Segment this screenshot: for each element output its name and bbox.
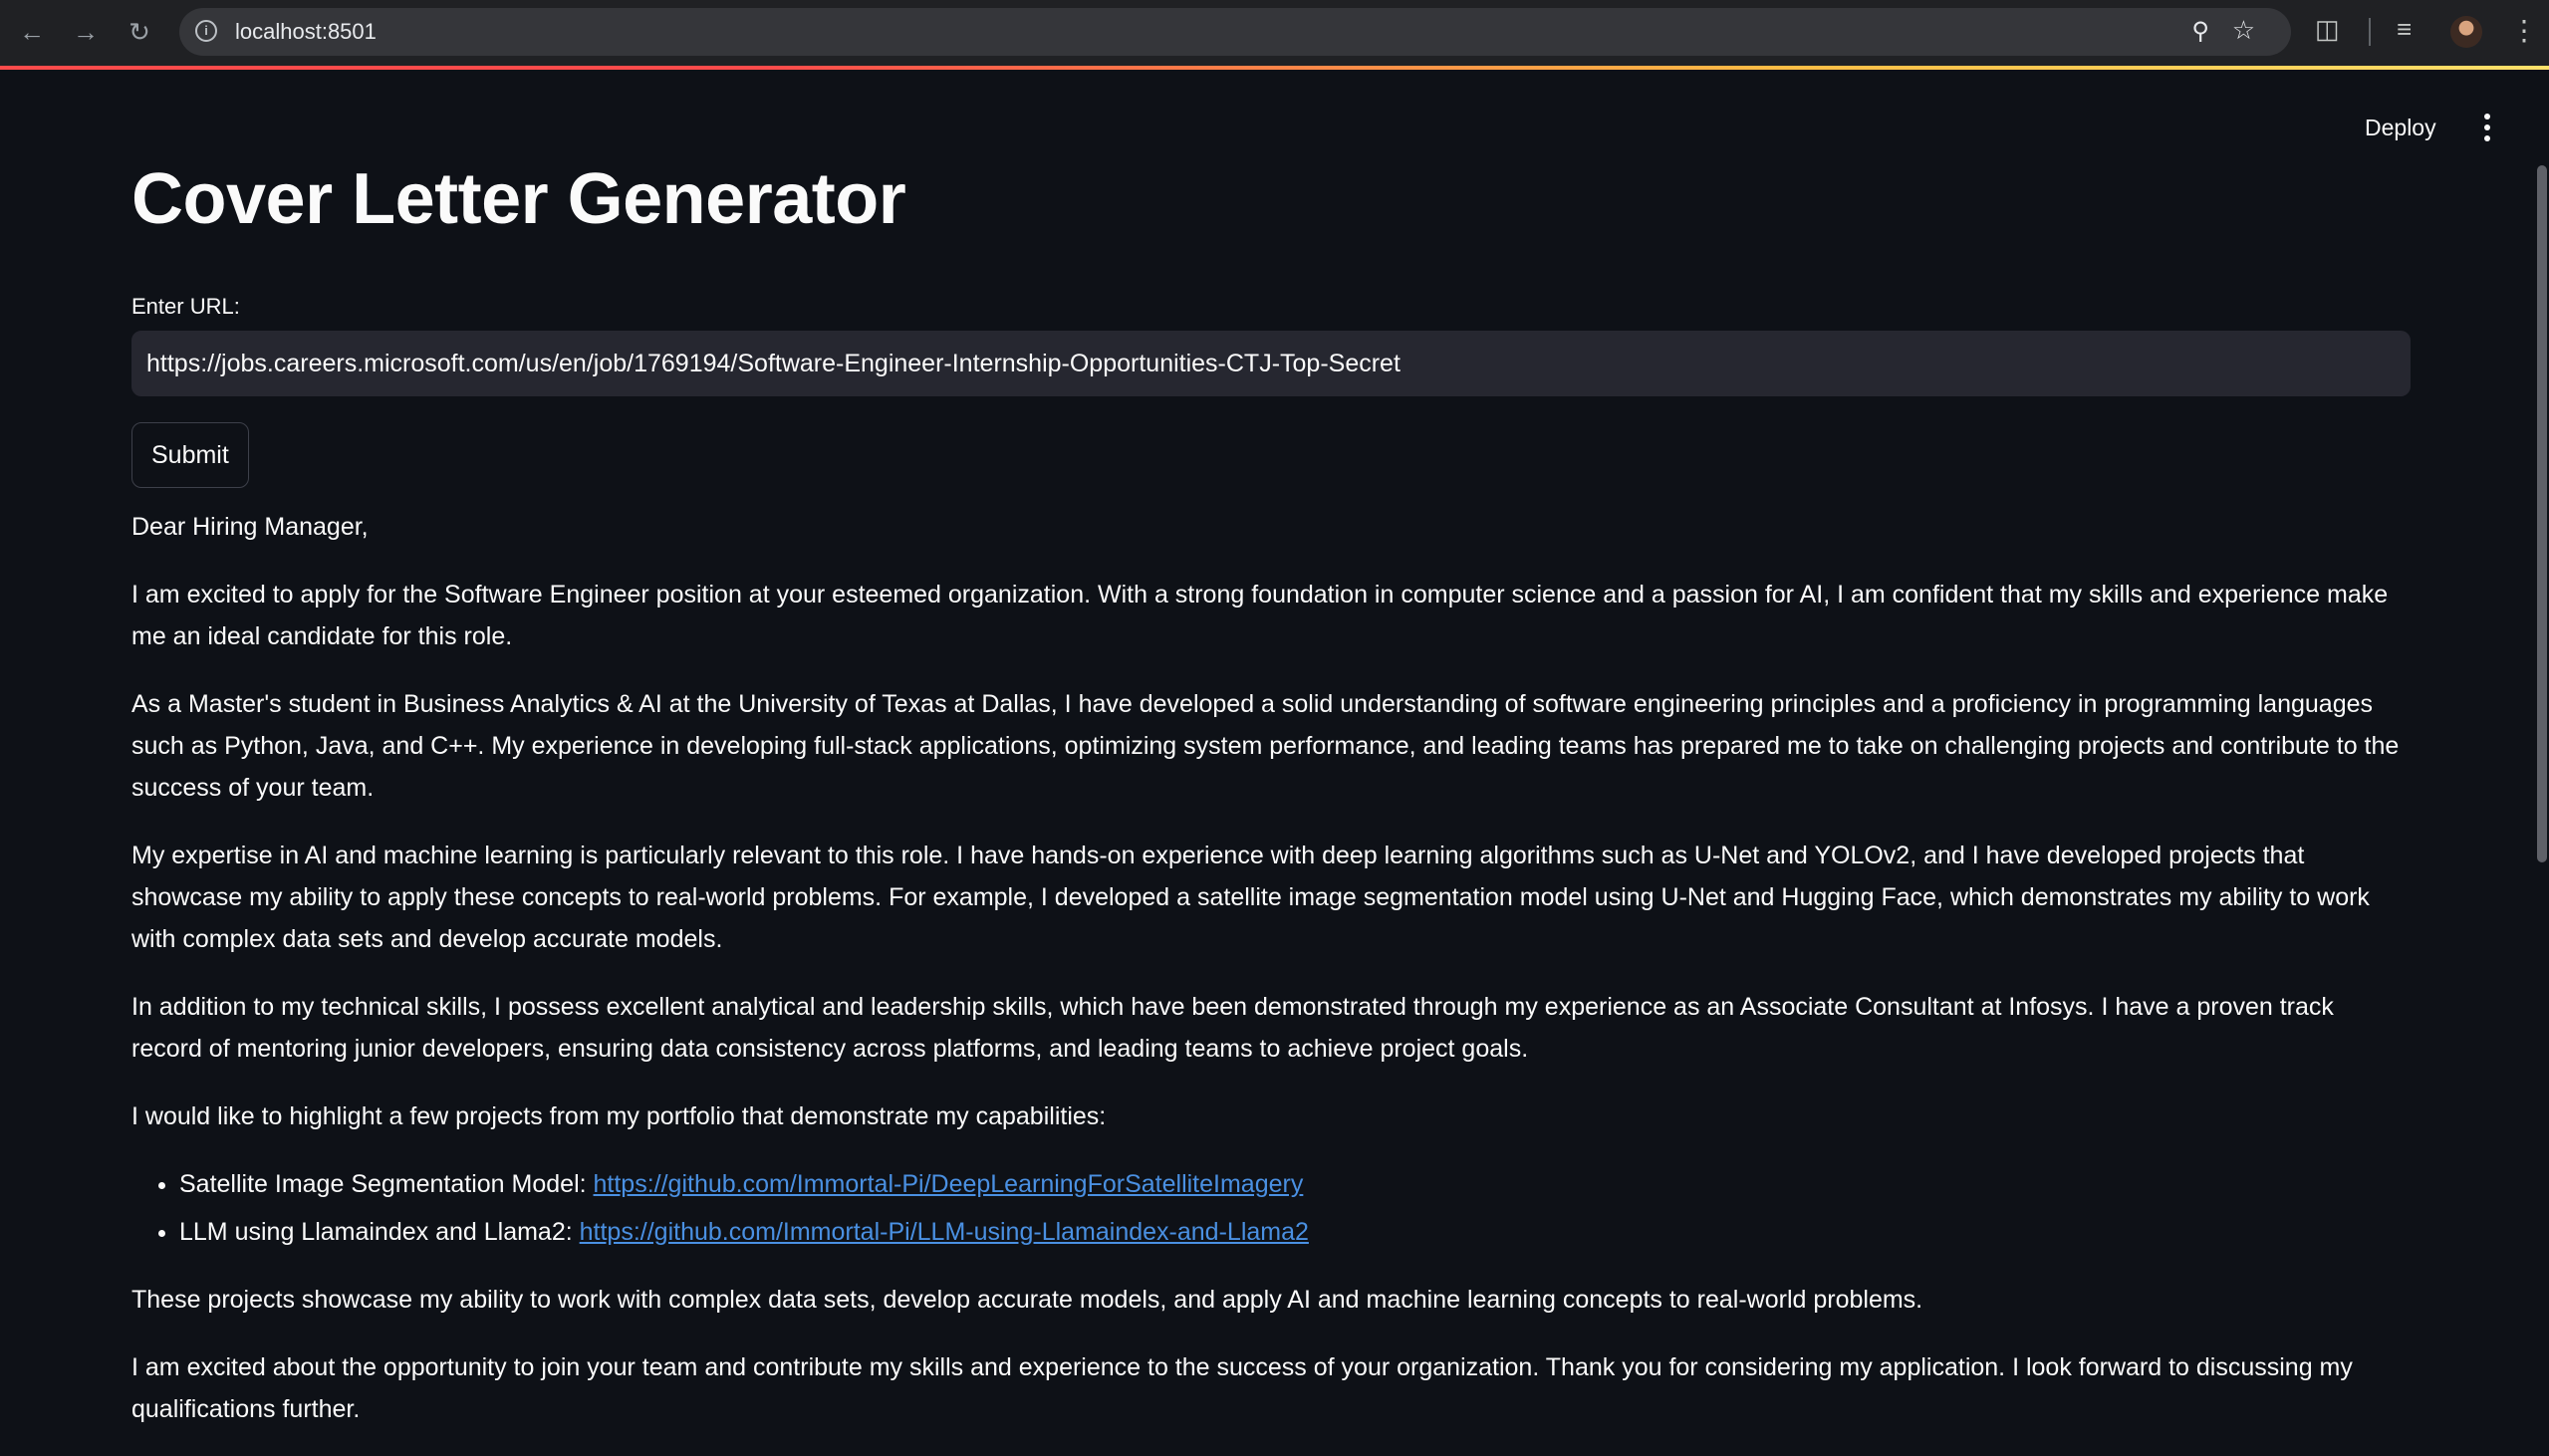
letter-paragraph: I am excited about the opportunity to jo…	[131, 1353, 2353, 1423]
letter-paragraph: I am excited to apply for the Software E…	[131, 581, 2389, 650]
list-item: Satellite Image Segmentation Model: http…	[179, 1163, 2411, 1205]
letter-paragraph: These projects showcase my ability to wo…	[131, 1286, 1923, 1314]
site-info-icon[interactable]: i	[195, 20, 217, 42]
zoom-icon[interactable]: ⚲	[2191, 17, 2209, 46]
browser-toolbar: ← → ↻ i localhost:8501 ⚲ ☆ ◫ ≡ ⋮	[0, 0, 2549, 67]
url-input[interactable]	[131, 331, 2411, 396]
cover-letter-output: Dear Hiring Manager, I am excited to app…	[131, 506, 2411, 1430]
page-title: Cover Letter Generator	[131, 159, 906, 239]
project-label: Satellite Image Segmentation Model:	[179, 1170, 594, 1198]
main-content: Cover Letter Generator Enter URL: Submit…	[131, 139, 2411, 1456]
address-bar-url[interactable]: localhost:8501	[235, 19, 377, 45]
project-link[interactable]: https://github.com/Immortal-Pi/DeepLearn…	[594, 1170, 1304, 1198]
chrome-menu-icon[interactable]: ⋮	[2510, 14, 2538, 47]
main-menu-icon[interactable]	[2472, 108, 2502, 147]
list-item: LLM using Llamaindex and Llama2: https:/…	[179, 1211, 2411, 1253]
project-link[interactable]: https://github.com/Immortal-Pi/LLM-using…	[580, 1218, 1309, 1246]
bookmark-star-icon[interactable]: ☆	[2232, 15, 2255, 46]
address-bar[interactable]: i localhost:8501 ⚲ ☆	[179, 8, 2291, 56]
letter-greeting: Dear Hiring Manager,	[131, 513, 369, 541]
letter-paragraph: My expertise in AI and machine learning …	[131, 842, 2370, 953]
profile-avatar[interactable]	[2450, 16, 2482, 48]
letter-paragraph: As a Master's student in Business Analyt…	[131, 690, 2400, 802]
toolbar-divider	[2369, 18, 2371, 46]
media-controls-icon[interactable]: ≡	[2397, 14, 2412, 45]
submit-button[interactable]: Submit	[131, 422, 249, 488]
page-scrollbar[interactable]	[2537, 165, 2547, 862]
url-field-label: Enter URL:	[131, 294, 240, 319]
project-list: Satellite Image Segmentation Model: http…	[131, 1163, 2411, 1253]
back-icon[interactable]: ←	[14, 14, 50, 50]
extensions-icon[interactable]: ◫	[2315, 14, 2340, 45]
letter-paragraph: In addition to my technical skills, I po…	[131, 993, 2334, 1063]
forward-icon[interactable]: →	[68, 14, 104, 50]
reload-icon[interactable]: ↻	[122, 14, 157, 50]
streamlit-decoration-bar	[0, 66, 2549, 70]
project-label: LLM using Llamaindex and Llama2:	[179, 1218, 580, 1246]
letter-paragraph: I would like to highlight a few projects…	[131, 1102, 1107, 1130]
